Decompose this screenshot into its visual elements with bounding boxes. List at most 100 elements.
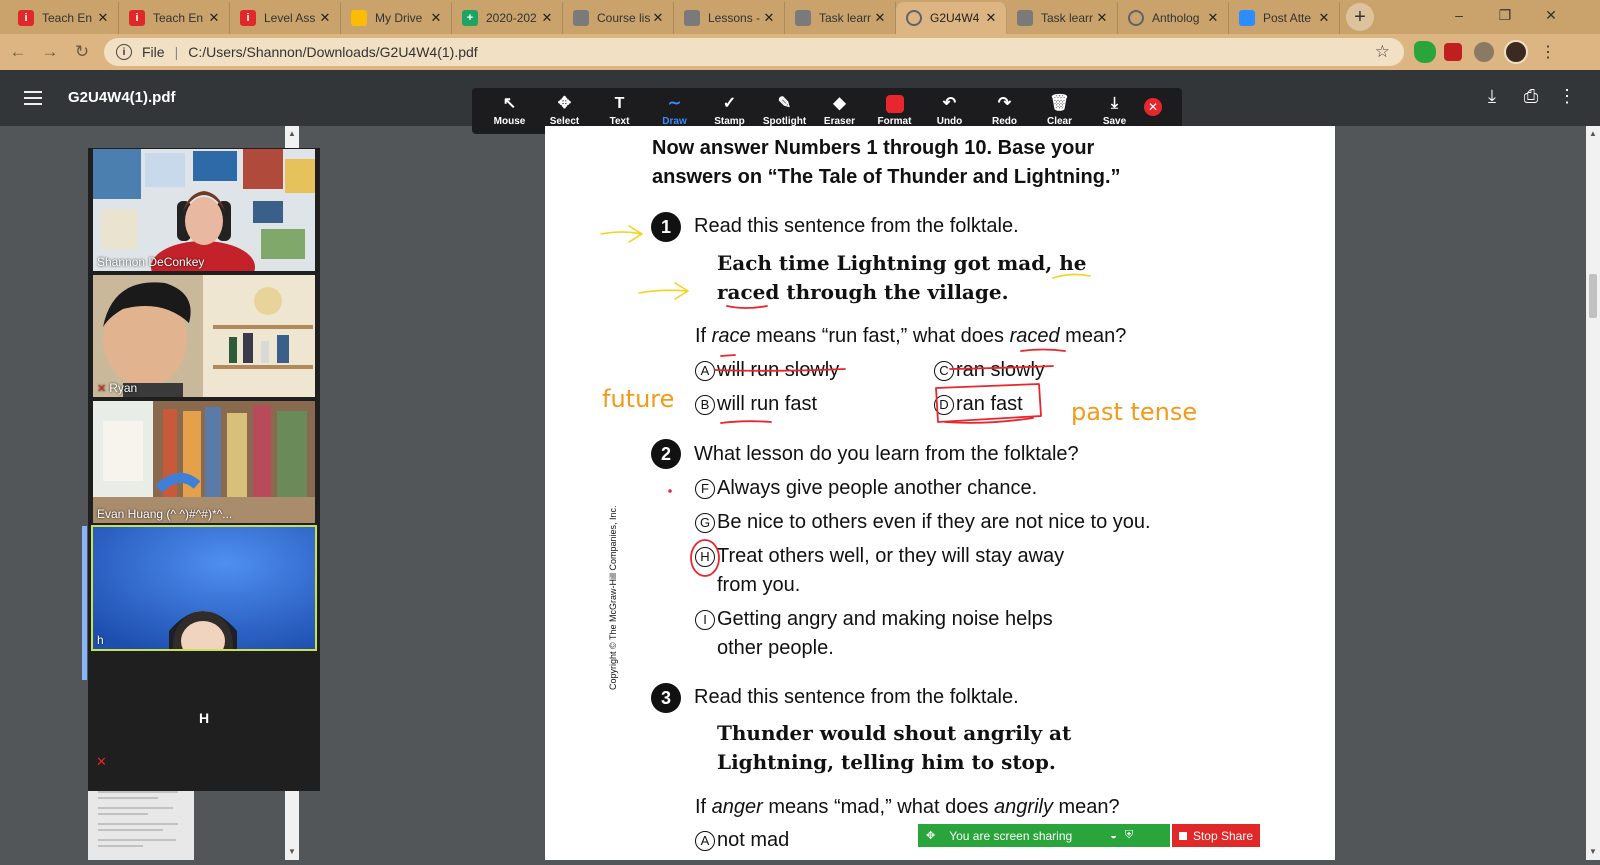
tab-title: 2020-202 (486, 11, 537, 25)
draw-icon: ∼ (667, 95, 682, 112)
url-separator: | (174, 44, 179, 60)
pdf-page: Now answer Numbers 1 through 10. Base yo… (545, 126, 1335, 860)
shield-icon: ⛨ (1124, 829, 1134, 841)
globe-favicon-icon (906, 10, 922, 26)
tab-close-icon[interactable]: ✕ (651, 10, 665, 26)
close-annotation-icon[interactable]: ✕ (1144, 98, 1162, 116)
tab-close-icon[interactable]: ✕ (762, 10, 776, 26)
browser-tab[interactable]: G2U4W4 ✕ (896, 2, 1007, 34)
extension-ublock-icon[interactable] (1444, 43, 1462, 61)
document-scrollbar[interactable]: ▲ ▼ (1586, 126, 1600, 860)
scroll-up-arrow-icon[interactable]: ▲ (285, 126, 299, 142)
i-favicon-icon: i (240, 10, 256, 26)
muted-mic-icon: ✕ (96, 754, 107, 769)
red-underline-raced-question (1020, 348, 1066, 352)
select-icon: ✥ (557, 95, 572, 112)
tool-mouse-button[interactable]: ↖ Mouse (482, 88, 537, 134)
globe-favicon-icon (1128, 10, 1144, 26)
tab-close-icon[interactable]: ✕ (96, 10, 110, 26)
browser-tab[interactable]: Antholog ✕ (1118, 2, 1229, 34)
tab-close-icon[interactable]: ✕ (1206, 10, 1220, 26)
yellow-arrow-2 (638, 282, 689, 300)
more-options-icon[interactable]: ⋮ (1555, 86, 1579, 107)
scroll-down-arrow-icon[interactable]: ▼ (285, 844, 299, 860)
browser-tab[interactable]: Course lis ✕ (563, 2, 674, 34)
red-circle-option-h (690, 539, 720, 577)
info-icon[interactable]: i (116, 44, 132, 60)
tab-title: Post Atte (1263, 11, 1312, 25)
yellow-arrow-1 (600, 225, 643, 243)
format-icon (885, 94, 904, 114)
tab-title: Course lis (597, 11, 651, 25)
thumbnail-selection-indicator (82, 526, 87, 680)
scrollbar-thumb[interactable] (1589, 274, 1597, 318)
browser-tab[interactable]: Post Atte ✕ (1229, 2, 1340, 34)
zoom-favicon-icon (1239, 10, 1255, 26)
participant-video-2[interactable]: ✕ Ryan (93, 275, 315, 397)
tab-close-icon[interactable]: ✕ (1095, 10, 1109, 26)
browser-tab-strip: i Teach En ✕ i Teach En ✕ i Level Ass ✕ My Drive ✕… (0, 0, 1600, 34)
browser-tab[interactable]: Task learr ✕ (1007, 2, 1118, 34)
browser-tab[interactable]: i Teach En ✕ (8, 2, 119, 34)
course-favicon-icon (573, 10, 589, 26)
course-favicon-icon (1017, 10, 1033, 26)
format-color-swatch (885, 95, 904, 113)
tab-close-icon[interactable]: ✕ (207, 10, 221, 26)
browser-tab[interactable]: i Level Ass ✕ (230, 2, 341, 34)
screen-share-status-bar[interactable]: ✥ You are screen sharing ◒ ⛨ (918, 824, 1170, 847)
participant-video-3[interactable]: Evan Huang (^ ^)#^#)*^... (93, 401, 315, 523)
url-text[interactable]: C:/Users/Shannon/Downloads/G2U4W4(1).pdf (188, 44, 477, 60)
share-handle-icon[interactable]: ✥ (926, 829, 935, 842)
download-icon[interactable]: ⤓ (1480, 86, 1504, 107)
print-icon[interactable]: ⎙ (1519, 86, 1543, 107)
browser-tab[interactable]: My Drive ✕ (341, 2, 452, 34)
tab-title: Task learr (819, 11, 872, 25)
stop-share-label: Stop Share (1192, 828, 1254, 843)
browser-tab[interactable]: Task learr ✕ (785, 2, 896, 34)
tab-title: Lessons - (708, 11, 761, 25)
drive-favicon-icon (351, 10, 367, 26)
bookmark-star-icon[interactable]: ☆ (1375, 42, 1390, 62)
extensions-puzzle-icon[interactable] (1474, 42, 1494, 62)
chrome-menu-icon[interactable]: ⋮ (1540, 44, 1556, 62)
close-window-icon[interactable]: ✕ (1528, 0, 1574, 30)
minimize-icon[interactable]: – (1436, 0, 1482, 30)
participant-name-text: Evan Huang (^ ^)#^#)*^... (97, 507, 233, 521)
signal-icon: ◒ (1110, 829, 1117, 842)
browser-tab[interactable]: +2020-202 ✕ (452, 2, 563, 34)
browser-tab[interactable]: i Teach En ✕ (119, 2, 230, 34)
participant-video-4[interactable]: h (91, 525, 317, 651)
address-row: ← → ↻ i File | C:/Users/Shannon/Download… (0, 34, 1600, 70)
tab-close-icon[interactable]: ✕ (429, 10, 443, 26)
restore-icon[interactable]: ❐ (1482, 0, 1528, 30)
tab-close-icon[interactable]: ✕ (873, 10, 887, 26)
reload-icon[interactable]: ↻ (68, 38, 96, 66)
extension-chat-icon[interactable] (1414, 41, 1436, 63)
profile-avatar[interactable] (1504, 40, 1528, 64)
forward-icon[interactable]: → (36, 38, 64, 66)
participant-name: Shannon DeConkey (97, 255, 204, 269)
copyright-notice: Copyright © The McGraw-Hill Companies, I… (608, 505, 618, 690)
participant-name: h (97, 633, 104, 647)
back-icon[interactable]: ← (4, 38, 32, 66)
save-icon: ⤓ (1110, 95, 1119, 112)
stop-share-button[interactable]: Stop Share (1172, 824, 1260, 847)
address-bar[interactable]: i File | C:/Users/Shannon/Downloads/G2U4… (104, 38, 1404, 66)
url-scheme: File (142, 44, 165, 60)
tab-close-icon[interactable]: ✕ (540, 10, 554, 26)
tab-close-icon[interactable]: ✕ (1317, 10, 1331, 26)
participant-name-text: Ryan (109, 381, 138, 395)
tab-title: Task learr (1041, 11, 1094, 25)
tab-close-icon[interactable]: ✕ (318, 10, 332, 26)
zoom-participant-panel: Shannon DeConkey ✕ Ryan Evan Huang (^ ^)… (88, 148, 320, 791)
participant-video-1[interactable]: Shannon DeConkey (93, 149, 315, 271)
new-tab-button[interactable]: + (1346, 3, 1374, 31)
red-dot (668, 489, 672, 493)
browser-tab[interactable]: Lessons - ✕ (674, 2, 785, 34)
i-favicon-icon: i (129, 10, 145, 26)
scroll-down-arrow-icon[interactable]: ▼ (1586, 844, 1600, 860)
participant-name: Evan Huang (^ ^)#^#)*^... (97, 507, 232, 521)
scroll-up-arrow-icon[interactable]: ▲ (1586, 126, 1600, 142)
menu-icon[interactable] (24, 91, 42, 109)
tab-close-icon[interactable]: ✕ (984, 10, 998, 26)
